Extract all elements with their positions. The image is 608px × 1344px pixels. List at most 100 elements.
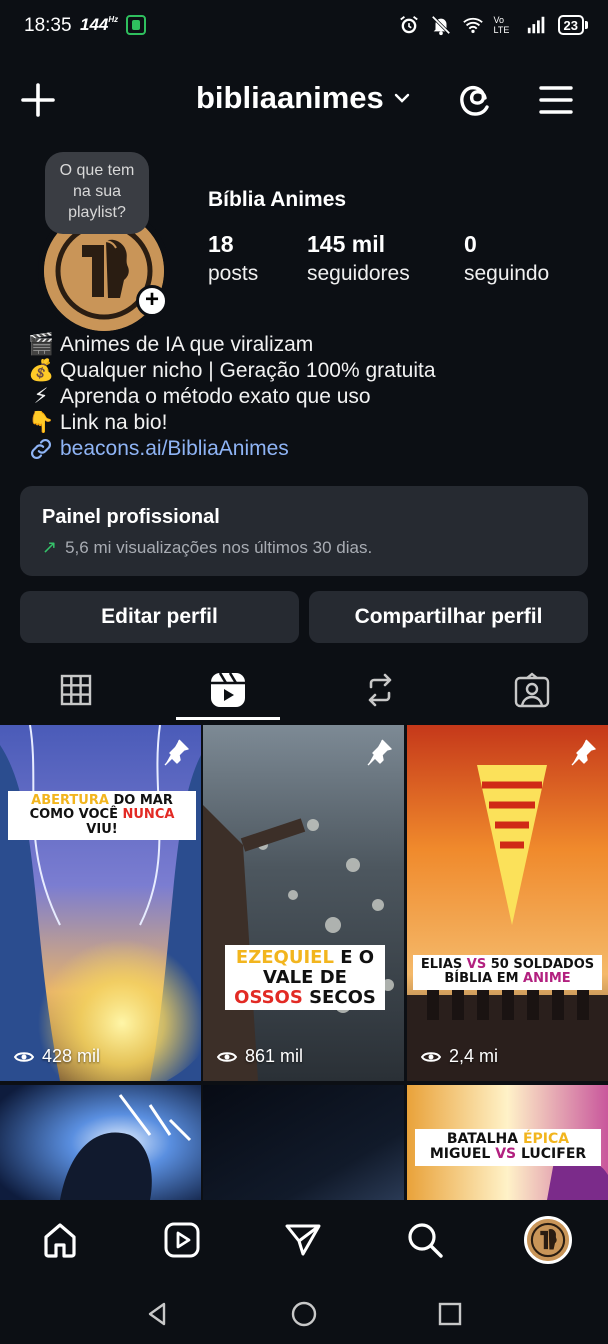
reel-thumbnail[interactable]: ELIAS VS 50 SOLDADOS BÍBLIA EM ANIME 2,4… [407,725,608,1081]
nav-home[interactable] [38,1218,82,1262]
reel-thumbnail[interactable]: ABERTURA DO MAR COMO VOCÊ NUNCA VIU! 428… [0,725,201,1081]
battery-tip [585,21,588,29]
caption-line: BATALHA ÉPICA [421,1131,595,1147]
stat-following[interactable]: 0 seguindo [464,230,549,290]
stat-followers-value: 145 mil [307,231,385,257]
tab-tagged[interactable] [456,660,608,720]
nav-messages[interactable] [281,1218,325,1262]
display-name: Bíblia Animes [208,188,347,211]
reel-thumbnail-image [0,725,201,1081]
caption-word: BÍBLIA EM [444,971,524,987]
pro-dashboard-title: Painel profissional [42,506,220,528]
caption-word: VS [495,1146,517,1163]
back-icon[interactable] [144,1300,172,1328]
reel-views: 861 mil [217,1046,303,1067]
money-bag-icon: 💰 [28,359,55,382]
refresh-rate: 144Hz [80,15,118,35]
caption-word: NUNCA [122,807,175,823]
profile-bio: 🎬 Animes de IA que viralizam 💰 Qualquer ni… [28,332,588,462]
caption-line: EZEQUIEL E O [231,948,379,968]
reel-thumbnail[interactable]: EZEQUIEL E O VALE DE OSSOS SECOS 861 mil [203,725,404,1081]
menu-hamburger-icon[interactable] [538,82,574,118]
tab-grid[interactable] [0,660,152,720]
home-icon [44,1223,76,1258]
bottom-navigation [0,1200,608,1284]
battery-level: 23 [557,15,584,35]
stat-following-value: 0 [464,231,477,257]
stat-posts-label: posts [208,262,259,285]
caption-word: ÉPICA [522,1131,570,1147]
caption-line: MIGUEL VS LUCIFER [421,1147,595,1162]
pro-dashboard-subtitle: ↗ 5,6 mi visualizações nos últimos 30 di… [42,537,566,558]
stat-followers[interactable]: 145 mil seguidores [307,230,410,290]
account-switcher[interactable]: bibliaanimes [196,80,412,116]
caption-word: ABERTURA [31,793,109,808]
stat-posts-value: 18 [208,231,234,257]
bio-text: Animes de IA que viralizam [60,333,314,356]
reel-caption: ABERTURA DO MAR COMO VOCÊ NUNCA VIU! [8,791,196,840]
caption-word: ANIME [523,971,571,987]
reel-thumbnail-image [407,725,608,1081]
pin-icon [571,739,596,766]
pin-icon [164,739,189,766]
recents-icon[interactable] [436,1300,464,1328]
note-bubble[interactable]: O que tem na sua playlist? [45,152,149,234]
caption-word: BATALHA [446,1131,523,1147]
avatar-logo-icon [527,1219,569,1261]
caption-word: LUCIFER [516,1146,587,1163]
refresh-rate-unit: Hz [108,15,119,24]
tagged-icon [514,672,550,708]
link-icon [31,439,51,459]
nav-profile[interactable] [524,1216,572,1264]
reel-thumbnail[interactable]: BATALHA ÉPICA MIGUEL VS LUCIFER [407,1085,608,1200]
tab-reels[interactable] [152,660,304,720]
status-bar: 18:35 144Hz Vo LTE 23 [0,0,608,52]
volte-label: Vo LTE [493,15,510,35]
chevron-down-icon [394,93,409,103]
reel-views: 2,4 mi [421,1046,498,1067]
reel-views-count: 2,4 mi [449,1046,499,1066]
caption-line: BÍBLIA EM ANIME [419,972,596,986]
reel-caption: ELIAS VS 50 SOLDADOS BÍBLIA EM ANIME [413,955,602,990]
home-circle-icon[interactable] [290,1300,318,1328]
add-story-button[interactable]: + [136,285,168,317]
professional-dashboard[interactable]: Painel profissional ↗ 5,6 mi visualizaçõ… [20,486,588,576]
username-title: bibliaanimes [196,80,384,115]
caption-word: COMO VOCÊ [29,807,123,823]
status-time: 18:35 [24,15,72,36]
threads-icon[interactable] [458,80,498,120]
bio-link-text[interactable]: beacons.ai/BibliaAnimes [60,436,289,462]
reel-views-count: 861 mil [245,1046,304,1066]
edit-profile-button[interactable]: Editar perfil [20,591,299,643]
caption-word: MIGUEL [429,1146,496,1163]
reel-thumbnail-image [203,1085,404,1200]
nav-profile-avatar [524,1216,572,1264]
search-icon [408,1223,443,1258]
eye-icon [217,1051,237,1062]
bio-line: 🎬 Animes de IA que viralizam [28,332,588,358]
nav-search[interactable] [403,1218,447,1262]
nav-reels[interactable] [160,1218,204,1262]
reel-views-count: 428 mil [42,1046,101,1066]
reel-thumbnail[interactable] [0,1085,201,1200]
create-plus-icon[interactable] [20,82,56,118]
stat-posts[interactable]: 18 posts [208,230,258,290]
caption-word: ELIAS [420,957,467,972]
reel-caption: BATALHA ÉPICA MIGUEL VS LUCIFER [415,1129,601,1166]
reel-thumbnail-image [0,1085,201,1200]
tab-reposts[interactable] [304,660,456,720]
caption-word: VS [466,957,487,972]
refresh-rate-value: 144 [80,15,109,34]
bio-line: ⚡ Aprenda o método exato que uso [28,384,588,410]
alarm-icon [399,16,418,34]
reel-thumbnail[interactable] [203,1085,404,1200]
reel-caption: EZEQUIEL E O VALE DE OSSOS SECOS [225,945,385,1011]
share-profile-button[interactable]: Compartilhar perfil [309,591,588,643]
caption-word: EZEQUIEL [235,947,334,968]
caption-word: 50 SOLDADOS [486,957,595,972]
pin-icon [367,739,392,766]
content-tabs [0,660,608,720]
bio-link[interactable]: beacons.ai/BibliaAnimes [28,436,588,462]
pro-dashboard-stat: 5,6 mi visualizações nos últimos 30 dias… [65,537,373,557]
eye-icon [14,1051,34,1062]
